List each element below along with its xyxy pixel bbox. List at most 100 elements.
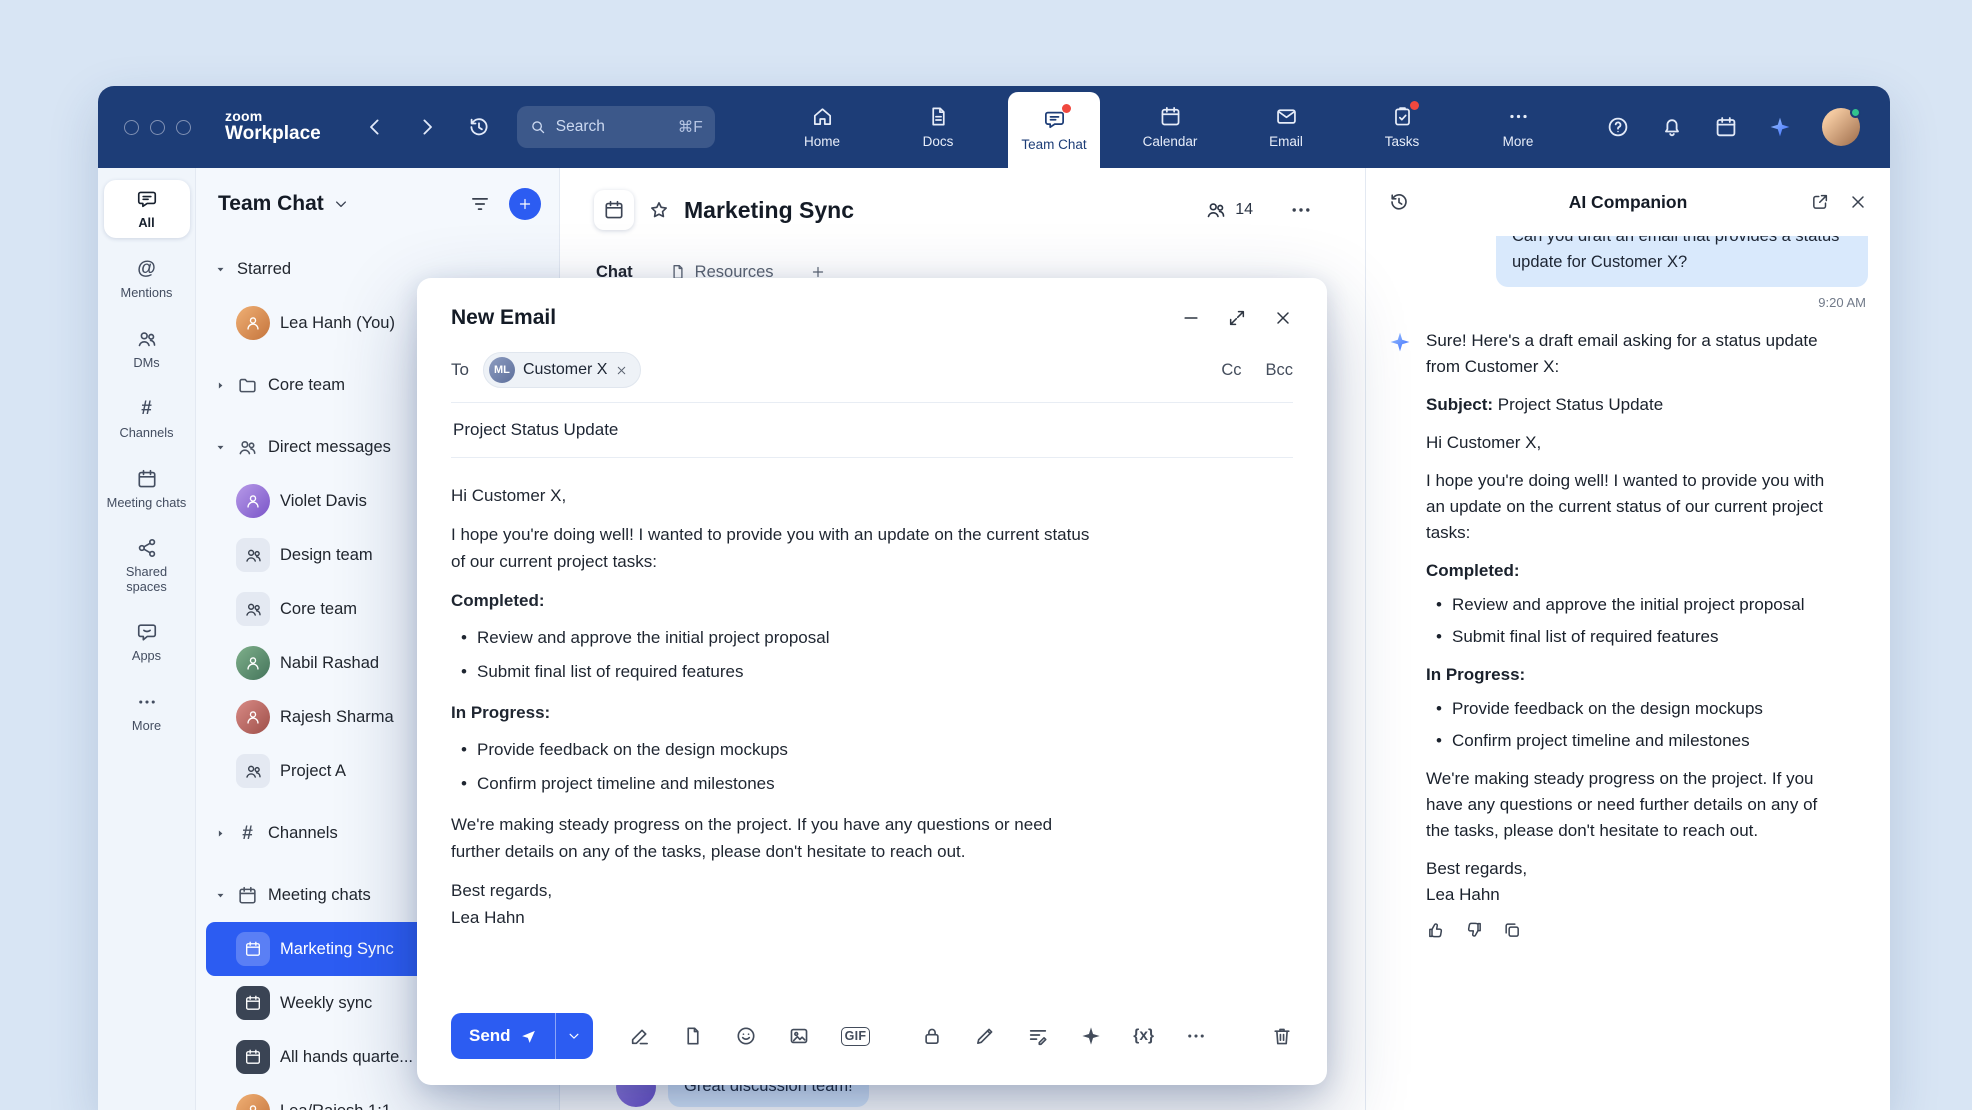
insert-signature-button[interactable] (1027, 1025, 1049, 1047)
variables-button[interactable]: {x} (1133, 1027, 1154, 1045)
rail-channels-label: Channels (119, 425, 173, 440)
rail-all-label: All (138, 215, 154, 230)
gif-button[interactable]: GIF (841, 1027, 871, 1046)
chat-item-label: Weekly sync (280, 994, 372, 1013)
meeting-chat-avatar (236, 986, 270, 1020)
email-completed-list: Review and approve the initial project p… (451, 624, 1091, 685)
fullscreen-window-button[interactable] (176, 120, 191, 135)
more-options-button[interactable] (1185, 1025, 1207, 1047)
chat-item-label: Project A (280, 762, 346, 781)
triangle-down-icon (214, 441, 227, 454)
close-icon[interactable] (1273, 308, 1293, 328)
zoom-workplace-logo: zoom Workplace (225, 109, 321, 145)
nav-team-chat[interactable]: Team Chat (1008, 92, 1100, 168)
minimize-icon[interactable] (1181, 308, 1201, 328)
expand-icon[interactable] (1227, 308, 1247, 328)
ai-assist-button[interactable] (1080, 1025, 1102, 1047)
rail-item-apps[interactable]: Apps (104, 613, 190, 671)
avatar (236, 484, 270, 518)
person-icon (244, 708, 262, 726)
avatar (236, 646, 270, 680)
nav-docs[interactable]: Docs (892, 86, 984, 168)
rail-apps-label: Apps (132, 648, 161, 663)
nav-team-chat-label: Team Chat (1021, 137, 1086, 152)
close-icon[interactable] (1848, 192, 1868, 212)
list-item: Confirm project timeline and milestones (1426, 728, 1826, 754)
docs-icon (927, 105, 950, 128)
presence-indicator (1850, 107, 1861, 118)
new-chat-button[interactable] (509, 188, 541, 220)
subject-input[interactable]: Project Status Update (451, 403, 1293, 458)
filter-button[interactable] (469, 193, 491, 215)
minimize-window-button[interactable] (150, 120, 165, 135)
edit-button[interactable] (974, 1025, 996, 1047)
image-button[interactable] (788, 1025, 810, 1047)
rail-item-more[interactable]: More (104, 683, 190, 741)
nav-more-label: More (1503, 134, 1534, 149)
nav-email[interactable]: Email (1240, 86, 1332, 168)
rail-item-all[interactable]: All (104, 180, 190, 238)
discard-button[interactable] (1271, 1025, 1293, 1047)
chat-item-label: Core team (280, 600, 357, 619)
list-item: Submit final list of required features (1426, 624, 1826, 650)
back-button[interactable] (363, 115, 387, 139)
chat-item-label: All hands quarte... (280, 1048, 413, 1067)
email-body[interactable]: Hi Customer X, I hope you're doing well!… (451, 458, 1293, 997)
modal-header: New Email (451, 278, 1293, 338)
close-window-button[interactable] (124, 120, 139, 135)
nav-calendar[interactable]: Calendar (1124, 86, 1216, 168)
remove-recipient-icon[interactable] (615, 364, 628, 377)
thumbs-up-button[interactable] (1426, 920, 1446, 940)
emoji-button[interactable] (735, 1025, 757, 1047)
channel-more-button[interactable] (1289, 198, 1313, 222)
help-button[interactable] (1606, 115, 1630, 139)
notifications-button[interactable] (1660, 115, 1684, 139)
send-options-button[interactable] (555, 1013, 593, 1059)
group-avatar (236, 592, 270, 626)
rail-item-channels[interactable]: # Channels (104, 390, 190, 448)
email-greeting: Hi Customer X, (451, 482, 1091, 509)
chat-item-label: Marketing Sync (280, 940, 394, 959)
to-label: To (451, 360, 469, 380)
rail-item-meeting-chats[interactable]: Meeting chats (104, 460, 190, 518)
history-button[interactable] (467, 115, 491, 139)
nav-tasks[interactable]: Tasks (1356, 86, 1448, 168)
person-icon (244, 654, 262, 672)
meeting-chat-avatar (236, 932, 270, 966)
rail-item-dms[interactable]: DMs (104, 320, 190, 378)
members-button[interactable]: 14 (1205, 199, 1253, 221)
chat-list-title: Team Chat (218, 192, 324, 216)
ai-companion-button[interactable] (1768, 115, 1792, 139)
send-button[interactable]: Send (451, 1013, 555, 1059)
tasks-icon (1391, 105, 1414, 128)
bcc-button[interactable]: Bcc (1265, 361, 1293, 380)
chat-item-lea-rajesh[interactable]: Lea/Rajesh 1:1 (206, 1084, 549, 1110)
open-in-new-icon[interactable] (1810, 192, 1830, 212)
star-channel-button[interactable] (648, 199, 670, 221)
recipient-chip[interactable]: ML Customer X (483, 352, 641, 388)
channel-header: Marketing Sync 14 (560, 168, 1365, 252)
ai-companion-title: AI Companion (1569, 192, 1688, 213)
schedule-button[interactable] (1714, 115, 1738, 139)
forward-button[interactable] (415, 115, 439, 139)
nav-tasks-label: Tasks (1385, 134, 1420, 149)
template-button[interactable] (682, 1025, 704, 1047)
avatar (236, 1094, 270, 1110)
signature-pen-button[interactable] (629, 1025, 651, 1047)
nav-home[interactable]: Home (776, 86, 868, 168)
rail-item-mentions[interactable]: @ Mentions (104, 250, 190, 308)
user-avatar[interactable] (1822, 108, 1860, 146)
history-icon[interactable] (1388, 191, 1410, 213)
person-icon (244, 1102, 262, 1110)
rail-item-shared-spaces[interactable]: Shared spaces (104, 530, 190, 601)
ai-companion-header: AI Companion (1366, 168, 1890, 236)
cc-button[interactable]: Cc (1221, 361, 1241, 380)
dms-icon (136, 328, 158, 350)
thumbs-down-button[interactable] (1464, 920, 1484, 940)
window-controls (124, 120, 191, 135)
encrypt-button[interactable] (921, 1025, 943, 1047)
search-input[interactable]: Search ⌘F (517, 106, 715, 148)
chevron-down-icon[interactable] (332, 195, 350, 213)
copy-button[interactable] (1502, 920, 1522, 940)
nav-more[interactable]: More (1472, 86, 1564, 168)
